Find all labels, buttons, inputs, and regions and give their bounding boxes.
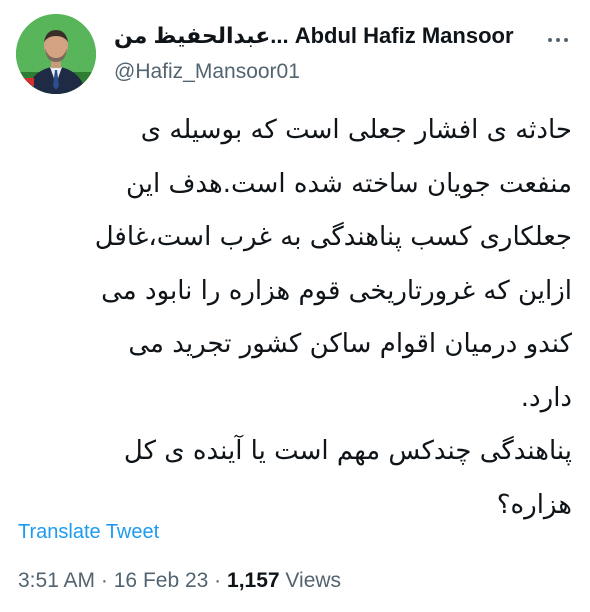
more-options-button[interactable]	[544, 26, 572, 54]
tweet-meta: 3:51 AM · 16 Feb 23 · 1,157 Views	[18, 566, 341, 596]
tweet-card: عبدالحفیظ من... Abdul Hafiz Mansoor @Haf…	[0, 0, 590, 612]
tweet-text: حادثه ی افشار جعلی است که بوسیله ی منفعت…	[94, 115, 572, 520]
more-dots-icon	[556, 38, 560, 42]
avatar-photo-icon	[16, 14, 96, 94]
tweet-time[interactable]: 3:51 AM	[18, 569, 95, 592]
author-display-name[interactable]: عبدالحفیظ من... Abdul Hafiz Mansoor	[114, 22, 534, 50]
more-dots-icon	[548, 38, 552, 42]
more-dots-icon	[564, 38, 568, 42]
meta-separator: ·	[214, 569, 222, 592]
tweet-date[interactable]: 16 Feb 23	[114, 569, 209, 592]
author-avatar[interactable]	[16, 14, 96, 94]
translate-tweet-link[interactable]: Translate Tweet	[18, 519, 159, 545]
meta-separator: ·	[100, 569, 108, 592]
views-count: 1,157	[227, 569, 280, 592]
author-handle[interactable]: @Hafiz_Mansoor01	[114, 58, 300, 86]
views-label: Views	[285, 569, 342, 592]
